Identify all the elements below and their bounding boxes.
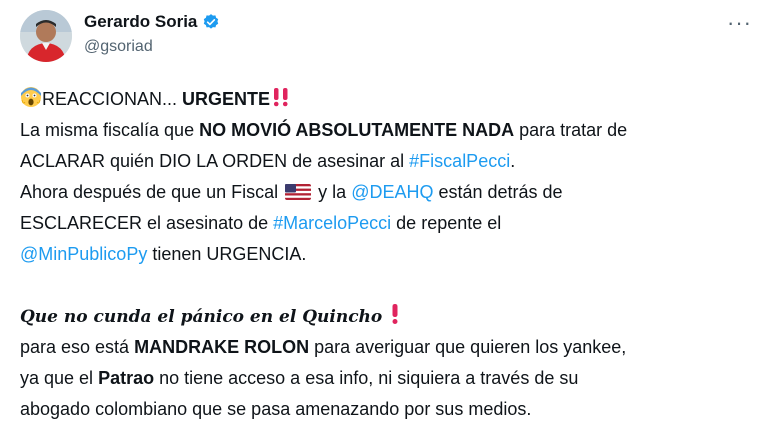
tweet-line: Que no cunda el pánico en el Quincho <box>20 301 750 332</box>
author-handle[interactable]: @gsoriad <box>84 38 153 56</box>
tweet-text-segment: están detrás de <box>433 182 563 202</box>
tweet-text-segment: ESCLARECER el asesinato de <box>20 213 274 233</box>
tweet-text-bold: NO MOVIÓ ABSOLUTAMENTE NADA <box>199 120 515 140</box>
tweet-text-segment: para averiguar que quieren los yankee, <box>309 337 627 357</box>
tweet-text-bold: URGENTE <box>182 89 271 109</box>
tweet-text: REACCIONAN... URGENTE La misma fiscalía … <box>20 84 750 425</box>
double-exclamation-emoji <box>270 86 292 118</box>
more-options-icon[interactable]: ··· <box>727 10 752 36</box>
tweet-text-segment: para eso está <box>20 337 135 357</box>
tweet-text-segment: no tiene acceso a esa info, ni siquiera … <box>154 368 579 388</box>
tweet-line: @MinPublicoPy tienen URGENCIA. <box>20 239 750 270</box>
tweet-text-italic: Que no cunda el pánico en el Quincho <box>20 307 389 327</box>
avatar[interactable] <box>20 10 72 62</box>
hashtag-link-fiscalpecci[interactable]: #FiscalPecci <box>409 151 510 171</box>
hashtag-link-marcelopecci[interactable]: #MarceloPecci <box>273 213 391 233</box>
paragraph-break <box>20 270 750 301</box>
tweet-line: para eso está MANDRAKE ROLON para averig… <box>20 332 750 363</box>
tweet-line: Ahora después de que un Fiscal y la @DEA… <box>20 177 750 208</box>
tweet-text-segment: REACCIONAN... <box>42 89 183 109</box>
tweet-text-segment: ya que el <box>20 368 99 388</box>
mention-link-minpublicopy[interactable]: @MinPublicoPy <box>20 244 147 264</box>
us-flag-emoji <box>285 179 312 200</box>
face-screaming-emoji <box>20 86 42 118</box>
tweet-text-segment: tienen URGENCIA. <box>147 244 307 264</box>
tweet-text-segment: y la <box>313 182 352 202</box>
tweet-text-segment: La misma fiscalía que <box>20 120 200 140</box>
author-name-row: Gerardo Soria <box>84 12 220 32</box>
tweet-line: ESCLARECER el asesinato de #MarceloPecci… <box>20 208 750 239</box>
tweet-text-segment: de repente el <box>391 213 502 233</box>
tweet-text-segment: Ahora después de que un Fiscal <box>20 182 284 202</box>
tweet-line: La misma fiscalía que NO MOVIÓ ABSOLUTAM… <box>20 115 750 146</box>
verified-badge-icon <box>202 13 220 31</box>
tweet-line: ACLARAR quién DIO LA ORDEN de asesinar a… <box>20 146 750 177</box>
tweet-text-segment: . <box>510 151 516 171</box>
tweet-text-bold: MANDRAKE ROLON <box>134 337 310 357</box>
tweet-text-segment: ACLARAR quién DIO LA ORDEN de asesinar a… <box>20 151 410 171</box>
tweet-text-segment: para tratar de <box>514 120 628 140</box>
tweet-line: abogado colombiano que se pasa amenazand… <box>20 394 750 425</box>
tweet-text-segment: abogado colombiano que se pasa amenazand… <box>20 399 532 419</box>
exclamation-emoji <box>388 303 402 335</box>
tweet-line: ya que el Patrao no tiene acceso a esa i… <box>20 363 750 394</box>
tweet-text-bold: Patrao <box>98 368 155 388</box>
author-name[interactable]: Gerardo Soria <box>84 12 197 32</box>
tweet-line: REACCIONAN... URGENTE <box>20 84 750 115</box>
tweet: Gerardo Soria @gsoriad ··· REACCIONAN...… <box>0 0 770 435</box>
mention-link-deahq[interactable]: @DEAHQ <box>351 182 433 202</box>
